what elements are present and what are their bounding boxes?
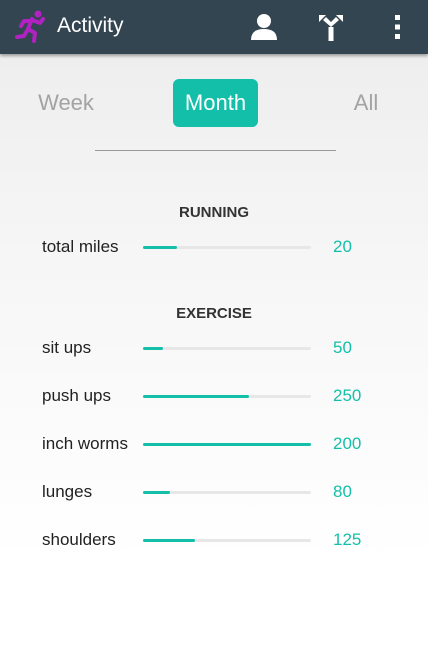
progress-fill xyxy=(143,246,177,249)
stat-row-push-ups: push ups 250 xyxy=(0,381,428,411)
tab-all[interactable]: All xyxy=(340,79,392,127)
progress-fill xyxy=(143,539,196,542)
stat-value: 125 xyxy=(333,530,362,549)
progress-track xyxy=(143,491,311,494)
progress-fill xyxy=(143,395,249,398)
person-icon[interactable] xyxy=(247,10,281,44)
stat-value: 50 xyxy=(333,338,352,357)
stat-label: lunges xyxy=(42,482,93,501)
progress-fill xyxy=(143,491,170,494)
progress-fill xyxy=(143,347,164,350)
overflow-menu-icon[interactable] xyxy=(381,10,415,44)
section-title-exercise: EXERCISE xyxy=(176,305,252,322)
progress-track xyxy=(143,347,311,350)
progress-track xyxy=(143,539,311,542)
progress-fill xyxy=(143,443,311,446)
stat-row-inch-worms: inch worms 200 xyxy=(0,429,428,459)
stat-value: 250 xyxy=(333,386,362,405)
share-arrows-icon[interactable] xyxy=(314,10,348,44)
stat-label: sit ups xyxy=(42,338,92,357)
stat-row-lunges: lunges 80 xyxy=(0,477,428,507)
stat-value: 80 xyxy=(333,482,352,501)
tab-month[interactable]: Month xyxy=(173,79,258,127)
app-bar: Activity xyxy=(0,0,428,54)
stat-value: 20 xyxy=(333,237,352,256)
section-title-running: RUNNING xyxy=(179,204,249,221)
stat-row-total-miles: total miles 20 xyxy=(0,232,428,262)
stat-value: 200 xyxy=(333,434,362,453)
stat-label: shoulders xyxy=(42,530,116,549)
progress-track xyxy=(143,443,311,446)
stat-row-shoulders: shoulders 125 xyxy=(0,525,428,555)
tabs-divider xyxy=(95,150,336,151)
stat-label: inch worms xyxy=(42,434,128,453)
running-figure-icon[interactable] xyxy=(14,9,50,45)
stat-label: push ups xyxy=(42,386,111,405)
app-title: Activity xyxy=(57,14,124,37)
tab-week[interactable]: Week xyxy=(26,79,106,127)
progress-track xyxy=(143,246,311,249)
stat-label: total miles xyxy=(42,237,119,256)
stat-row-sit-ups: sit ups 50 xyxy=(0,333,428,363)
progress-track xyxy=(143,395,311,398)
